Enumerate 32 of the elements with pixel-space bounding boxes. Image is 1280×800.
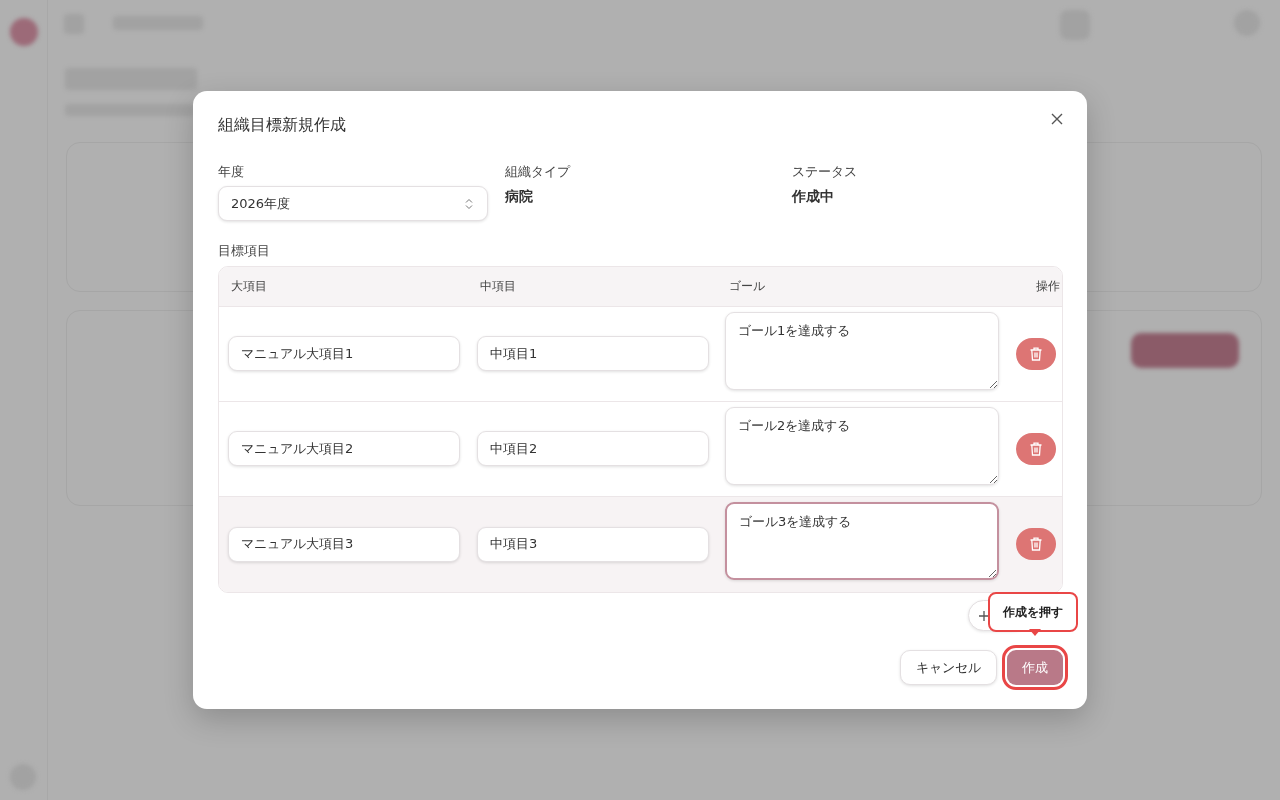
column-header: ゴール — [728, 278, 765, 295]
delete-button[interactable] — [1016, 337, 1056, 370]
field-label: 年度 — [218, 162, 245, 181]
trash-icon — [1030, 537, 1042, 551]
major-item-input[interactable]: マニュアル大項目1 — [228, 336, 460, 371]
delete-button[interactable] — [1016, 528, 1056, 560]
middle-item-input[interactable]: 中項目1 — [477, 336, 709, 371]
major-item-input[interactable]: マニュアル大項目3 — [228, 526, 460, 562]
tooltip-arrow-icon — [1029, 629, 1041, 636]
trash-icon — [1030, 346, 1042, 361]
column-header: 操作 — [1036, 278, 1060, 295]
table-label: 目標項目 — [218, 242, 271, 260]
field-label: 組織タイプ — [505, 162, 572, 181]
major-item-input[interactable]: マニュアル大項目2 — [228, 431, 460, 466]
field-value: 作成中 — [792, 187, 835, 206]
tooltip: 作成を押す — [988, 592, 1078, 632]
middle-item-input[interactable]: 中項目3 — [477, 526, 709, 562]
middle-item-input[interactable]: 中項目2 — [477, 431, 709, 466]
goal-textarea[interactable]: ゴール3を達成する — [725, 502, 999, 581]
field-value: 病院 — [505, 187, 534, 206]
goal-textarea[interactable]: ゴール1を達成する — [725, 311, 999, 390]
field-label: ステータス — [792, 162, 858, 181]
column-header: 中項目 — [480, 278, 516, 295]
goal-textarea[interactable]: ゴール2を達成する — [725, 406, 999, 485]
plus-icon — [979, 610, 989, 621]
dialog-title: 組織目標新規作成 — [218, 115, 346, 135]
delete-button[interactable] — [1016, 432, 1056, 465]
year-select[interactable]: 2026年度 — [218, 186, 488, 221]
cancel-button[interactable]: キャンセル — [900, 650, 997, 685]
trash-icon — [1030, 441, 1042, 456]
column-header: 大項目 — [231, 278, 267, 295]
chevron-updown-icon — [465, 198, 473, 211]
